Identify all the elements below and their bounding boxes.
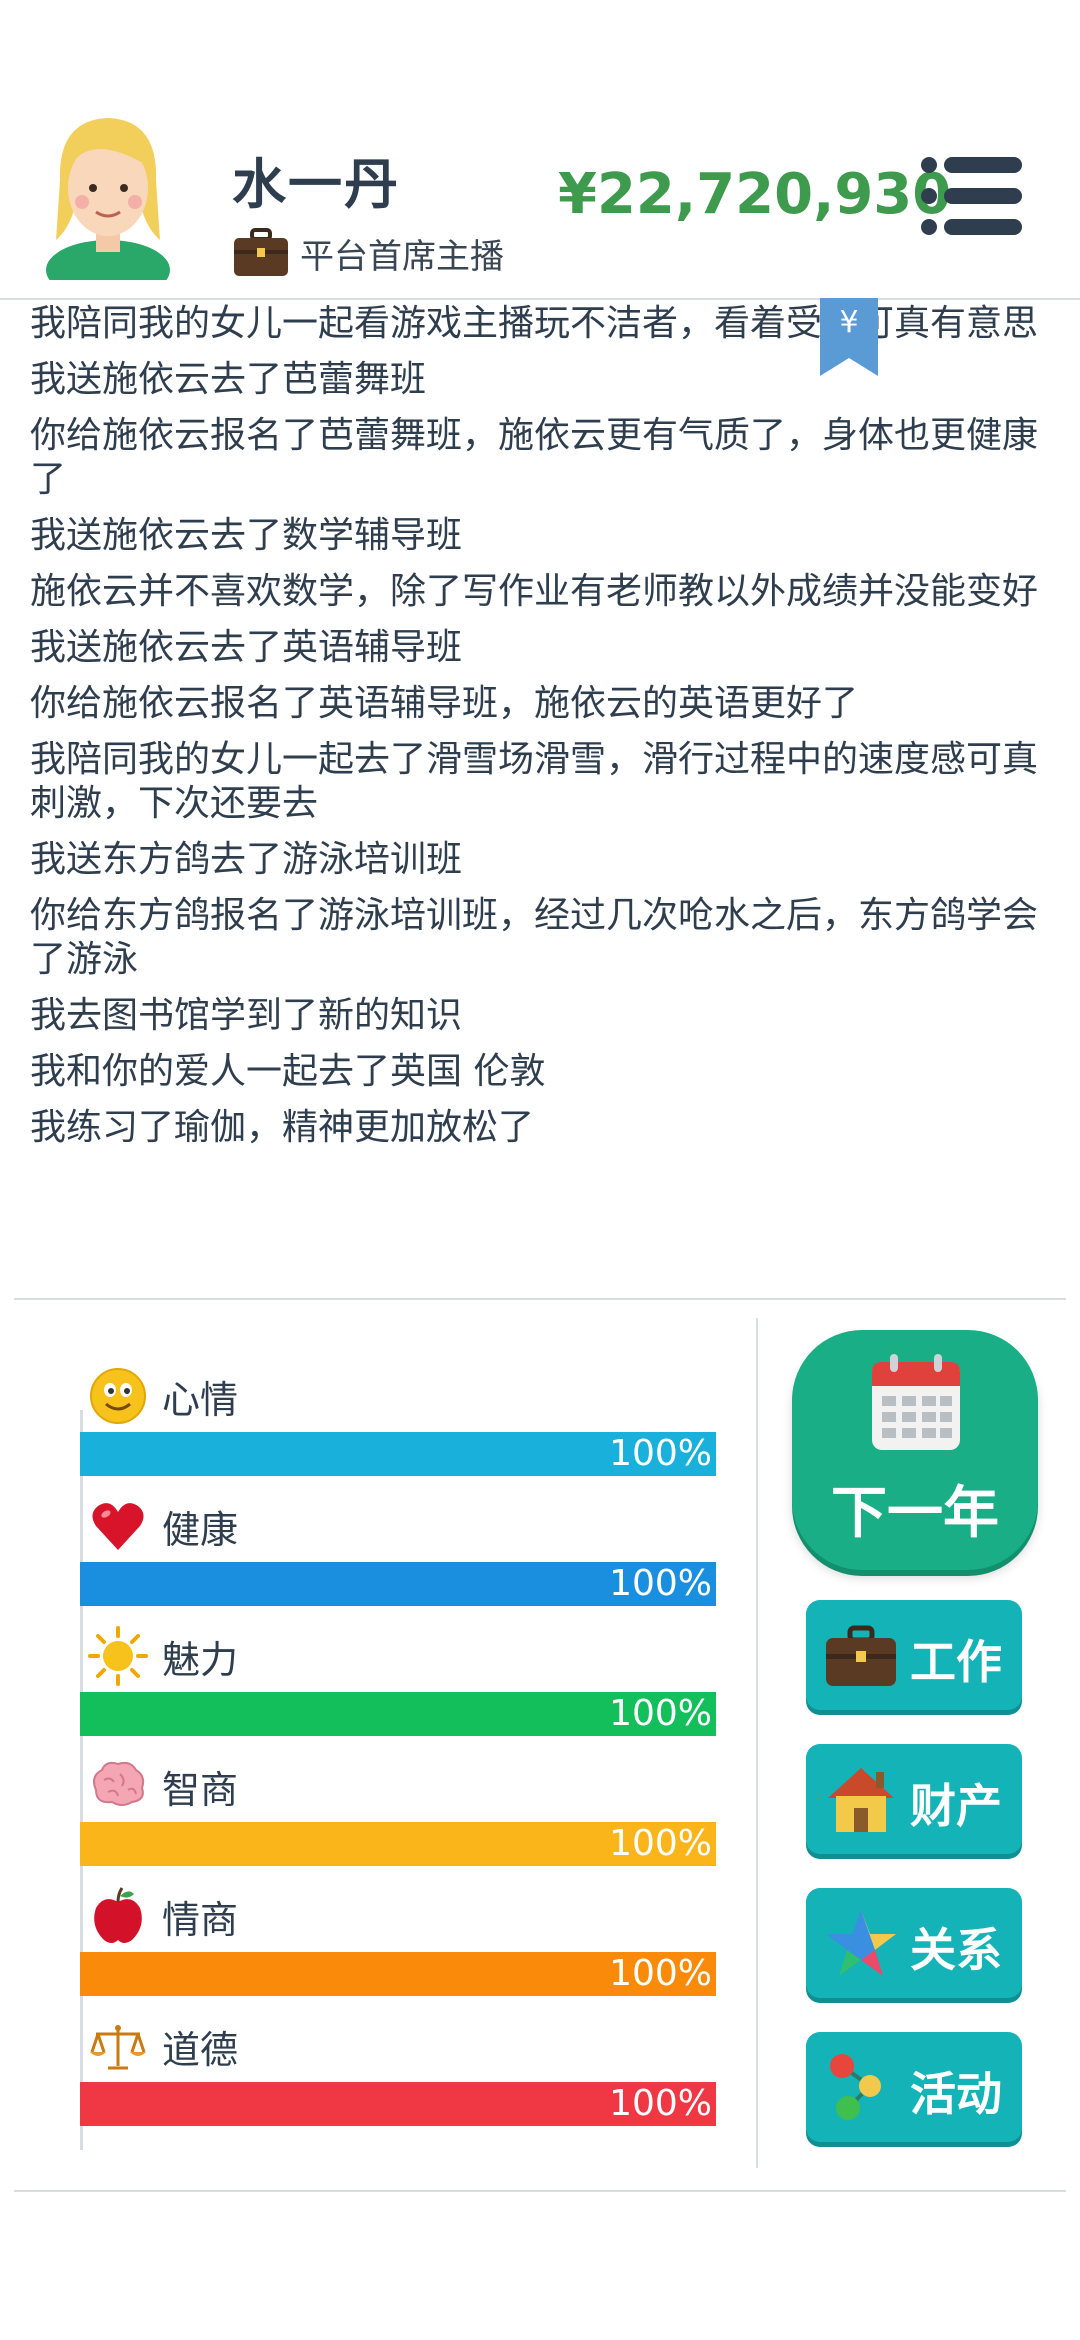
next-year-button[interactable]: 下一年 bbox=[792, 1330, 1038, 1570]
stat-value: 100% bbox=[609, 1953, 712, 1994]
job-title: 平台首席主播 bbox=[300, 236, 504, 277]
stat-bar: 100% bbox=[80, 1562, 716, 1606]
scales-icon bbox=[90, 2025, 146, 2070]
stat-label: 情商 bbox=[162, 1897, 239, 1942]
stat-value: 100% bbox=[609, 1823, 712, 1864]
briefcase-icon bbox=[826, 1625, 896, 1686]
stat-health: 健康 100% bbox=[80, 1490, 720, 1620]
stat-label: 魅力 bbox=[162, 1637, 239, 1682]
log-item: 你给施依云报名了英语辅导班，施依云的英语更好了 bbox=[30, 683, 859, 724]
log-item: 我送施依云去了数学辅导班 bbox=[30, 515, 463, 556]
stat-bar: 100% bbox=[80, 1822, 716, 1866]
stat-bar: 100% bbox=[80, 1952, 716, 1996]
activities-button[interactable]: 活动 bbox=[806, 2032, 1022, 2142]
stat-charm: 魅力 100% bbox=[80, 1620, 720, 1750]
calendar-icon bbox=[872, 1354, 960, 1450]
stat-label: 心情 bbox=[162, 1377, 239, 1422]
stat-bar: 100% bbox=[80, 1432, 716, 1476]
work-button[interactable]: 工作 bbox=[806, 1600, 1022, 1710]
stat-bar: 100% bbox=[80, 2082, 716, 2126]
property-label: 财产 bbox=[910, 1779, 1002, 1833]
stat-label: 智商 bbox=[162, 1767, 239, 1812]
stats-panel: 心情 100% 健康 100% 魅力 100% 智商 100% 情商 100% … bbox=[80, 1360, 720, 2140]
stat-value: 100% bbox=[609, 2083, 712, 2124]
section-divider bbox=[14, 1298, 1066, 1300]
stat-value: 100% bbox=[609, 1433, 712, 1474]
star-icon bbox=[826, 1910, 896, 1976]
avatar[interactable] bbox=[38, 110, 178, 280]
stat-bar: 100% bbox=[80, 1692, 716, 1736]
relations-label: 关系 bbox=[910, 1923, 1002, 1977]
log-item: 我送施依云去了英语辅导班 bbox=[30, 627, 463, 668]
smiley-icon bbox=[90, 1368, 146, 1424]
work-label: 工作 bbox=[910, 1635, 1002, 1689]
stat-label: 道德 bbox=[162, 2027, 239, 2072]
header: 水一丹 平台首席主播 ¥22,720,930 bbox=[0, 0, 1080, 300]
apple-icon bbox=[94, 1887, 142, 1943]
money-bookmark-icon[interactable]: ¥ bbox=[820, 298, 878, 376]
property-button[interactable]: 财产 bbox=[806, 1744, 1022, 1854]
bookmark-symbol: ¥ bbox=[839, 305, 858, 340]
stat-morality: 道德 100% bbox=[80, 2010, 720, 2140]
stat-iq: 智商 100% bbox=[80, 1750, 720, 1880]
event-log: 我陪同我的女儿一起看游戏主播玩不洁者，看着受苦可真有意思 我送施依云去了芭蕾舞班… bbox=[30, 302, 1040, 1162]
sun-icon bbox=[88, 1626, 148, 1686]
log-item: 我陪同我的女儿一起去了滑雪场滑雪，滑行过程中的速度感可真刺激，下次还要去 bbox=[30, 739, 1039, 824]
header-divider bbox=[0, 298, 1080, 300]
briefcase-icon bbox=[234, 228, 288, 276]
stat-eq: 情商 100% bbox=[80, 1880, 720, 2010]
player-name: 水一丹 bbox=[232, 153, 400, 216]
activities-icon bbox=[830, 2054, 881, 2120]
next-year-label: 下一年 bbox=[831, 1481, 999, 1546]
log-item: 我和你的爱人一起去了英国 伦敦 bbox=[30, 1051, 546, 1092]
log-item: 我送东方鸽去了游泳培训班 bbox=[30, 839, 463, 880]
heart-icon bbox=[92, 1503, 144, 1550]
log-item: 你给施依云报名了芭蕾舞班，施依云更有气质了，身体也更健康了 bbox=[30, 415, 1039, 500]
job-row: 平台首席主播 bbox=[232, 228, 504, 278]
stat-value: 100% bbox=[609, 1563, 712, 1604]
activities-label: 活动 bbox=[910, 2067, 1002, 2121]
log-item: 我送施依云去了芭蕾舞班 bbox=[30, 359, 427, 400]
log-item: 施依云并不喜欢数学，除了写作业有老师教以外成绩并没能变好 bbox=[30, 571, 1039, 612]
log-item: 你给东方鸽报名了游泳培训班，经过几次呛水之后，东方鸽学会了游泳 bbox=[30, 895, 1039, 980]
relations-button[interactable]: 关系 bbox=[806, 1888, 1022, 1998]
money-balance: ¥22,720,930 bbox=[558, 162, 952, 227]
stat-value: 100% bbox=[609, 1693, 712, 1734]
house-icon bbox=[828, 1768, 894, 1832]
log-item: 我去图书馆学到了新的知识 bbox=[30, 995, 463, 1036]
stat-label: 健康 bbox=[162, 1507, 239, 1552]
vertical-divider bbox=[756, 1318, 758, 2168]
menu-icon[interactable] bbox=[920, 156, 1024, 236]
bottom-divider bbox=[14, 2190, 1066, 2192]
log-item: 我练习了瑜伽，精神更加放松了 bbox=[30, 1107, 535, 1148]
stat-mood: 心情 100% bbox=[80, 1360, 720, 1490]
brain-icon bbox=[93, 1761, 145, 1806]
log-item: 我陪同我的女儿一起看游戏主播玩不洁者，看着受苦可真有意思 bbox=[30, 303, 1039, 344]
